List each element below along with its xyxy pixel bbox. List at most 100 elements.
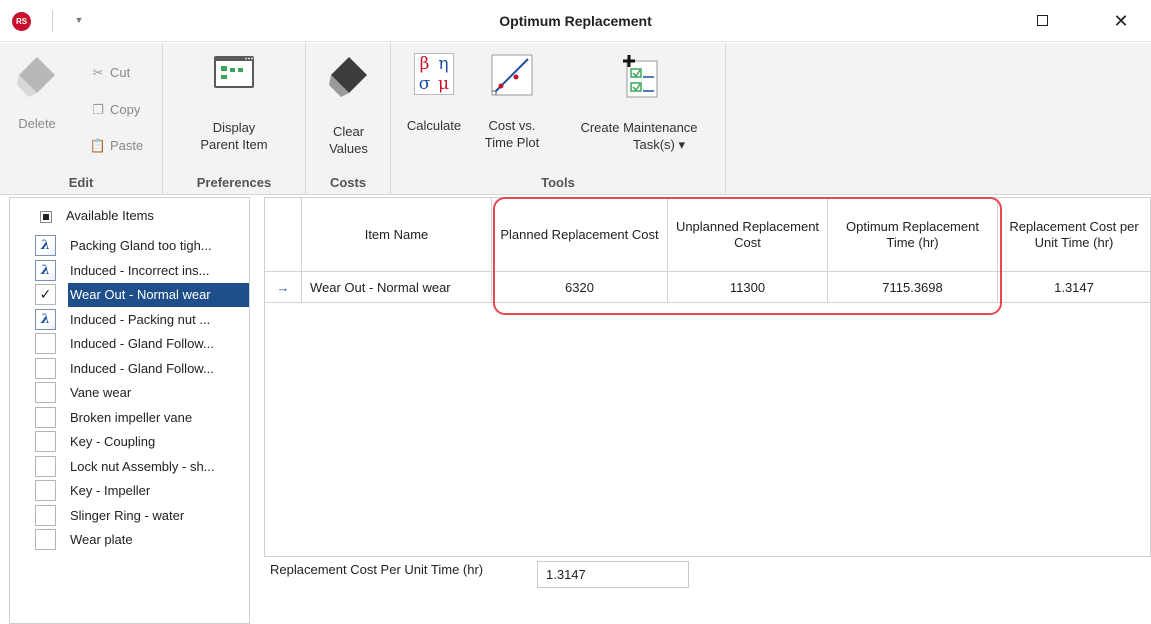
cost-plot-icon — [491, 54, 533, 96]
grid-header: Item Name Planned Replacement Cost Unpla… — [265, 198, 1150, 272]
cell-unplanned-cost[interactable]: 11300 — [668, 272, 828, 302]
unchecked-checkbox[interactable] — [35, 504, 56, 526]
costs-group: Clear Values Costs — [306, 43, 391, 195]
list-item[interactable]: Wear plate — [34, 528, 249, 552]
list-item-label: Induced - Incorrect ins... — [70, 262, 210, 278]
unchecked-checkbox[interactable] — [35, 480, 56, 501]
edit-group: Delete ✂ Cut ❐ Copy 📋 Paste Edit — [0, 43, 163, 195]
maintenance-task-icon — [623, 55, 658, 98]
copy-button[interactable]: ❐ Copy — [89, 100, 140, 120]
paste-button[interactable]: 📋 Paste — [89, 136, 143, 156]
unchecked-checkbox[interactable] — [35, 357, 56, 379]
list-item[interactable]: Key - Coupling — [34, 430, 249, 454]
unchecked-checkbox[interactable] — [35, 382, 56, 403]
delete-label: Delete — [18, 116, 56, 131]
tools-group: β η σ μ Calculate Cost vs. Time Plot Cre… — [391, 43, 726, 195]
list-item[interactable]: λ Packing Gland too tigh... — [34, 234, 249, 258]
lambda-checkbox-icon[interactable]: λ — [35, 235, 56, 256]
list-item-label: Lock nut Assembly - sh... — [70, 458, 215, 474]
column-header-optimum-time[interactable]: Optimum Replacement Time (hr) — [828, 198, 998, 271]
close-icon: ✕ — [1113, 11, 1129, 31]
eraser-icon — [328, 57, 367, 97]
create-maintenance-task-button[interactable]: Create Maintenance Task(s) ▾ — [559, 53, 719, 153]
window-title: Optimum Replacement — [499, 13, 652, 29]
results-grid: Item Name Planned Replacement Cost Unpla… — [264, 197, 1151, 557]
clear-values-label-line2: Values — [329, 141, 368, 156]
eraser-icon — [17, 57, 55, 97]
available-items-header[interactable]: Available Items — [10, 198, 249, 234]
eta-symbol: η — [438, 54, 449, 74]
beta-symbol: β — [419, 54, 430, 74]
unchecked-checkbox[interactable] — [35, 333, 56, 354]
column-header-planned-cost[interactable]: Planned Replacement Cost — [492, 198, 668, 271]
list-item-label: Key - Coupling — [70, 434, 156, 449]
list-item[interactable]: λ Induced - Packing nut ... — [34, 308, 249, 332]
unchecked-checkbox[interactable] — [35, 529, 56, 550]
list-item[interactable]: ✓ Wear Out - Normal wear — [34, 283, 249, 307]
cell-cost-per-unit-time[interactable]: 1.3147 — [998, 272, 1150, 302]
copy-icon: ❐ — [92, 102, 104, 117]
paste-label: Paste — [110, 138, 144, 153]
calculate-icon: β η σ μ — [414, 53, 454, 95]
delete-button[interactable]: Delete — [10, 53, 64, 132]
select-all-checkbox[interactable] — [40, 211, 52, 223]
table-row[interactable]: → Wear Out - Normal wear 6320 11300 7115… — [265, 272, 1150, 303]
list-item[interactable]: Induced - Gland Follow... — [34, 332, 249, 356]
list-item-label: Slinger Ring - water — [70, 507, 185, 523]
preferences-group: Display Parent Item Preferences — [163, 43, 306, 195]
close-button[interactable]: ✕ — [1103, 6, 1139, 36]
available-items-label: Available Items — [66, 208, 154, 223]
row-indicator-header — [265, 198, 302, 271]
cell-planned-cost[interactable]: 6320 — [492, 272, 668, 302]
calculate-button[interactable]: β η σ μ Calculate — [399, 53, 469, 134]
display-parent-item-button[interactable]: Display Parent Item — [179, 53, 289, 153]
list-item[interactable]: Slinger Ring - water — [34, 504, 249, 528]
maximize-button[interactable] — [1024, 6, 1060, 36]
list-item-label: Wear plate — [70, 532, 133, 547]
cell-item-name[interactable]: Wear Out - Normal wear — [302, 272, 492, 302]
calculate-label: Calculate — [406, 118, 462, 133]
mu-symbol: μ — [437, 74, 450, 94]
list-item-label: Vane wear — [70, 385, 132, 400]
display-parent-label-line1: Display — [212, 120, 256, 135]
unchecked-checkbox[interactable] — [35, 455, 56, 477]
checked-checkbox[interactable]: ✓ — [35, 284, 56, 305]
list-item[interactable]: Vane wear — [34, 381, 249, 405]
list-item-label: Induced - Gland Follow... — [70, 336, 214, 351]
arrow-right-icon: → — [276, 279, 290, 295]
cut-label: Cut — [110, 65, 131, 80]
display-parent-label-line2: Parent Item — [200, 137, 268, 152]
column-header-unplanned-cost[interactable]: Unplanned Replacement Cost — [668, 198, 828, 271]
cost-plot-label-line1: Cost vs. — [488, 118, 536, 133]
list-item[interactable]: Induced - Gland Follow... — [34, 357, 249, 381]
summary-label: Replacement Cost Per Unit Time (hr) — [270, 562, 484, 577]
list-item[interactable]: λ Induced - Incorrect ins... — [34, 259, 249, 283]
list-item-label: Broken impeller vane — [70, 409, 193, 425]
cell-optimum-time[interactable]: 7115.3698 — [828, 272, 998, 302]
lambda-checkbox-icon[interactable]: λ — [35, 259, 56, 281]
cut-button[interactable]: ✂ Cut — [89, 63, 131, 83]
paste-icon: 📋 — [89, 138, 107, 153]
list-item[interactable]: Lock nut Assembly - sh... — [34, 455, 249, 479]
clear-values-button[interactable]: Clear Values — [316, 53, 381, 157]
column-header-item-name[interactable]: Item Name — [302, 198, 492, 271]
unchecked-checkbox[interactable] — [35, 431, 56, 452]
edit-group-label: Edit — [68, 175, 94, 190]
list-item[interactable]: Broken impeller vane — [34, 406, 249, 430]
list-item-label: Packing Gland too tigh... — [70, 238, 212, 253]
column-header-cost-per-unit-time[interactable]: Replacement Cost per Unit Time (hr) — [998, 198, 1150, 271]
list-item[interactable]: Key - Impeller — [34, 479, 249, 503]
create-task-label-line2: Task(s) ▾ — [632, 137, 686, 152]
unchecked-checkbox[interactable] — [35, 406, 56, 428]
row-indicator-icon: → — [265, 272, 302, 302]
copy-label: Copy — [110, 102, 141, 117]
cost-vs-time-plot-button[interactable]: Cost vs. Time Plot — [477, 53, 547, 151]
summary-value-field[interactable]: 1.3147 — [537, 561, 689, 588]
ribbon: Delete ✂ Cut ❐ Copy 📋Paste Edit Display — [0, 43, 1151, 195]
lambda-checkbox-icon[interactable]: λ — [35, 308, 56, 330]
preferences-group-label: Preferences — [196, 175, 272, 190]
display-parent-icon — [214, 56, 254, 88]
scissors-icon: ✂ — [92, 65, 104, 80]
create-task-label-line1: Create Maintenance — [580, 120, 698, 135]
sigma-symbol: σ — [418, 74, 431, 94]
